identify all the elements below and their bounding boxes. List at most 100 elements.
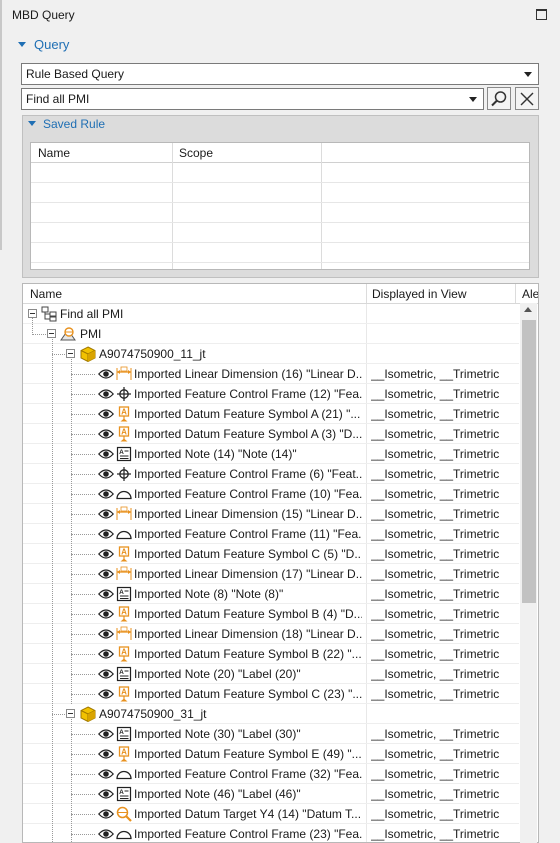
visibility-eye-icon[interactable] (97, 548, 115, 563)
visibility-eye-icon[interactable] (97, 808, 115, 823)
pmi-row[interactable]: A Imported Note (20) "Label (20)" __Isomet… (23, 664, 519, 684)
visibility-eye-icon[interactable] (97, 568, 115, 583)
search-icon (491, 90, 507, 106)
tree-root-icon (41, 306, 57, 322)
visibility-eye-icon[interactable] (97, 528, 115, 543)
pmi-row[interactable]: Imported Linear Dimension (18) "Linear D… (23, 624, 519, 644)
pmi-row[interactable]: A Imported Note (46) "Label (46)" __Isomet… (23, 784, 519, 804)
visibility-eye-icon[interactable] (97, 508, 115, 523)
visibility-eye-icon[interactable] (97, 688, 115, 703)
pmi-row[interactable]: Imported Linear Dimension (16) "Linear D… (23, 364, 519, 384)
column-header-ale[interactable]: Ale (522, 287, 538, 301)
pmi-row[interactable]: A Imported Note (14) "Note (14)" __Isometr… (23, 444, 519, 464)
pmi-row[interactable]: A Imported Datum Feature Symbol A (3) "D.… (23, 424, 519, 444)
datum-feature-icon: A (116, 546, 132, 562)
visibility-eye-icon[interactable] (97, 608, 115, 623)
tree-node-assembly[interactable]: A9074750900_11_jt (23, 344, 519, 364)
visibility-eye-icon[interactable] (97, 828, 115, 842)
pmi-row[interactable]: Imported Datum Target Y4 (14) "Datum T..… (23, 804, 519, 824)
pmi-row[interactable]: Imported Feature Control Frame (10) "Fea… (23, 484, 519, 504)
clear-button[interactable] (515, 87, 539, 110)
column-divider (366, 644, 367, 664)
visibility-eye-icon[interactable] (97, 668, 115, 683)
pmi-row[interactable]: Imported Linear Dimension (15) "Linear D… (23, 504, 519, 524)
pmi-row[interactable]: Imported Feature Control Frame (6) "Feat… (23, 464, 519, 484)
pmi-row[interactable]: A Imported Note (30) "Label (30)" __Isomet… (23, 724, 519, 744)
tree-guide-line (71, 814, 95, 815)
visibility-eye-icon[interactable] (97, 388, 115, 403)
maximize-icon[interactable] (536, 9, 547, 20)
pmi-row[interactable]: A Imported Datum Feature Symbol C (23) ".… (23, 684, 519, 704)
column-header-displayed-in-view[interactable]: Displayed in View (372, 287, 467, 301)
column-header-name[interactable]: Name (30, 287, 62, 301)
column-header-name[interactable]: Name (38, 146, 70, 160)
note-icon: A (116, 586, 132, 602)
expand-toggle-icon[interactable] (47, 329, 56, 338)
rule-select[interactable]: Find all PMI (21, 88, 484, 110)
tree-guide-line (32, 318, 33, 335)
tree-node-assembly[interactable]: A9074750900_31_jt (23, 704, 519, 724)
expand-toggle-icon[interactable] (66, 709, 75, 718)
column-divider (366, 544, 367, 564)
pmi-name: Imported Datum Target Y4 (14) "Datum T..… (134, 807, 362, 821)
pmi-row[interactable]: Imported Feature Control Frame (12) "Fea… (23, 384, 519, 404)
tree-node-pmi[interactable]: PMI (23, 324, 519, 344)
visibility-eye-icon[interactable] (97, 368, 115, 383)
tree-node-root[interactable]: Find all PMI (23, 304, 519, 324)
pmi-row[interactable]: A Imported Datum Feature Symbol B (4) "D.… (23, 604, 519, 624)
search-button[interactable] (487, 87, 511, 110)
tree-guide-line (71, 754, 95, 755)
pmi-row[interactable]: A Imported Datum Feature Symbol C (5) "D.… (23, 544, 519, 564)
note-icon: A (116, 786, 132, 802)
displayed-in-view: __Isometric, __Trimetric (371, 807, 500, 821)
column-header-scope[interactable]: Scope (179, 146, 213, 160)
pmi-row[interactable]: Imported Feature Control Frame (11) "Fea… (23, 524, 519, 544)
visibility-eye-icon[interactable] (97, 768, 115, 783)
column-divider (366, 404, 367, 424)
tree-guide-line (71, 594, 95, 595)
saved-rule-table-header: Name Scope (31, 143, 529, 163)
column-divider (366, 424, 367, 444)
column-divider (366, 724, 367, 744)
pmi-row[interactable]: Imported Feature Control Frame (23) "Fea… (23, 824, 519, 842)
visibility-eye-icon[interactable] (97, 648, 115, 663)
pmi-row[interactable]: Imported Feature Control Frame (32) "Fea… (23, 764, 519, 784)
pmi-name: Imported Linear Dimension (15) "Linear D… (134, 507, 362, 521)
scrollbar-thumb[interactable] (522, 320, 536, 603)
visibility-eye-icon[interactable] (97, 428, 115, 443)
saved-rule-header[interactable]: Saved Rule (28, 117, 105, 131)
pmi-row[interactable]: A Imported Datum Feature Symbol B (22) ".… (23, 644, 519, 664)
query-section-header[interactable]: Query (18, 37, 69, 52)
pmi-name: Imported Note (8) "Note (8)" (134, 587, 284, 601)
visibility-eye-icon[interactable] (97, 788, 115, 803)
scroll-up-icon[interactable] (524, 307, 532, 312)
pmi-name: Imported Datum Feature Symbol E (49) "..… (134, 747, 362, 761)
displayed-in-view: __Isometric, __Trimetric (371, 467, 500, 481)
datum-target-icon (116, 806, 132, 822)
pmi-row[interactable]: Imported Linear Dimension (17) "Linear D… (23, 564, 519, 584)
pmi-row[interactable]: A Imported Datum Feature Symbol A (21) ".… (23, 404, 519, 424)
query-type-value: Rule Based Query (26, 67, 125, 81)
pmi-folder-icon (59, 326, 76, 342)
visibility-eye-icon[interactable] (97, 588, 115, 603)
query-type-select[interactable]: Rule Based Query (21, 63, 539, 85)
pmi-row[interactable]: A Imported Datum Feature Symbol E (49) ".… (23, 744, 519, 764)
visibility-eye-icon[interactable] (97, 748, 115, 763)
visibility-eye-icon[interactable] (97, 448, 115, 463)
visibility-eye-icon[interactable] (97, 628, 115, 643)
tree-guide-line (71, 534, 95, 535)
pmi-tree[interactable]: Name Displayed in View Ale Find all PMI P… (22, 283, 539, 843)
tree-guide-line (71, 554, 95, 555)
column-divider (366, 324, 367, 344)
visibility-eye-icon[interactable] (97, 728, 115, 743)
visibility-eye-icon[interactable] (97, 468, 115, 483)
expand-toggle-icon[interactable] (66, 349, 75, 358)
tree-node-label: A9074750900_11_jt (99, 347, 206, 361)
profile-fcf-icon (116, 526, 132, 542)
visibility-eye-icon[interactable] (97, 488, 115, 503)
displayed-in-view: __Isometric, __Trimetric (371, 767, 500, 781)
pmi-row[interactable]: A Imported Note (8) "Note (8)" __Isometric… (23, 584, 519, 604)
column-divider (366, 824, 367, 842)
visibility-eye-icon[interactable] (97, 408, 115, 423)
expand-toggle-icon[interactable] (28, 309, 37, 318)
